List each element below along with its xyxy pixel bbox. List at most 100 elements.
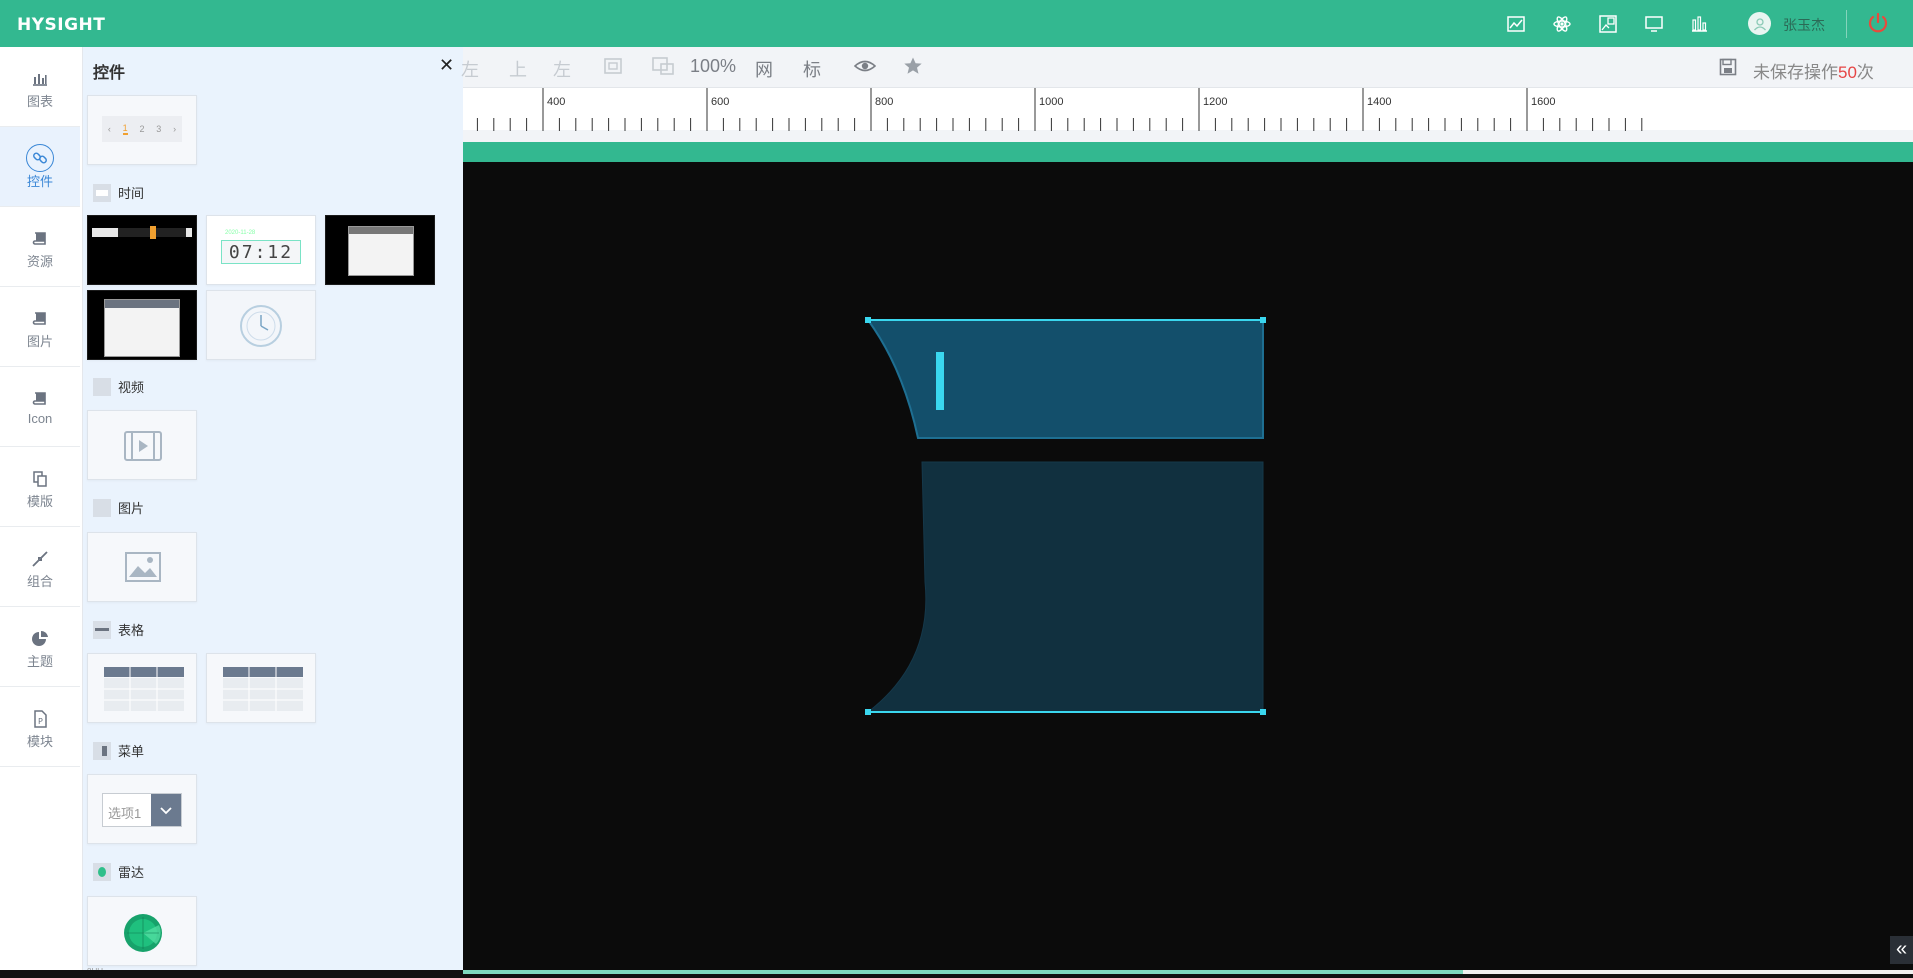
nav-label: 资源 [26, 254, 53, 269]
brand-logo: HYSIGHT [17, 15, 106, 35]
widget-thumb-select[interactable]: 选项1 [87, 774, 197, 844]
file-icon: P [34, 710, 47, 728]
svg-text:P: P [38, 717, 43, 726]
bar-chart-icon[interactable] [1688, 14, 1710, 34]
double-chevron-left-icon[interactable]: « [1890, 936, 1913, 964]
analog-clock-preview [240, 305, 282, 347]
nav-label: 主题 [26, 654, 53, 669]
section-label: 时间 [118, 186, 145, 201]
section-menu: 菜单 [93, 741, 144, 760]
save-icon[interactable] [1719, 58, 1737, 76]
top-bar: HYSIGHT 张玉杰 [0, 0, 1913, 47]
dashboard-icon[interactable] [1597, 14, 1619, 34]
star-icon[interactable] [903, 56, 923, 81]
ruler-label: 1600 [1531, 96, 1555, 108]
calendar-preview [348, 226, 414, 276]
widget-thumb-calendar[interactable] [87, 290, 197, 360]
ruler-ticks: 400 600 800 1000 1200 1400 1600 [476, 88, 1643, 131]
nav-item-group[interactable]: 组合 [0, 527, 80, 607]
align-left-button[interactable]: 左 [461, 56, 479, 82]
resize-handle[interactable] [865, 709, 871, 715]
nav-item-charts[interactable]: 图表 [0, 47, 80, 127]
atom-icon[interactable] [1551, 14, 1573, 34]
ruler-label: 800 [875, 96, 893, 108]
section-label: 表格 [118, 623, 145, 638]
radar-preview [124, 914, 162, 952]
widget-thumb-radar[interactable] [87, 896, 197, 966]
widget-thumb-pager[interactable]: ‹ 1 2 3 › [87, 95, 197, 165]
unsaved-text: 未保存操作 [1753, 63, 1838, 82]
image-icon [93, 498, 111, 517]
grid-toggle[interactable]: 网 [755, 56, 773, 82]
ruler-toggle[interactable]: 标 [803, 56, 821, 82]
zoom-level[interactable]: 100% [690, 56, 736, 77]
film-icon [124, 431, 162, 461]
canvas-shape-top[interactable] [866, 319, 1264, 439]
pager-prev: ‹ [107, 124, 111, 134]
nav-item-theme[interactable]: 主题 [0, 607, 80, 687]
nav-item-icon[interactable]: Icon [0, 367, 80, 447]
table-icon [93, 620, 111, 639]
panel-title: 控件 [93, 65, 126, 82]
canvas-content [865, 317, 1266, 715]
nav-item-templates[interactable]: 模版 [0, 447, 80, 527]
widget-thumb-image[interactable] [87, 532, 197, 602]
line-chart-icon[interactable] [1505, 14, 1527, 34]
section-label: 视频 [118, 380, 145, 395]
eye-icon[interactable] [853, 56, 877, 81]
horizontal-ruler: 400 600 800 1000 1200 1400 1600 [463, 87, 1913, 131]
resize-handle[interactable] [865, 317, 871, 323]
fit-icon[interactable] [603, 56, 623, 81]
radar-icon [93, 862, 111, 881]
widget-thumb-analog-clock[interactable] [206, 290, 316, 360]
canvas-shape-accent[interactable] [936, 352, 944, 410]
nav-label: 图表 [26, 94, 53, 109]
resize-handle[interactable] [1260, 317, 1266, 323]
ruler-label: 1200 [1203, 96, 1227, 108]
align-left-button[interactable]: 左 [553, 56, 571, 82]
resize-handle[interactable] [1260, 709, 1266, 715]
copy-icon [33, 471, 47, 487]
nav-item-resources[interactable]: 资源 [0, 207, 80, 287]
clock-digits: 07:12 [221, 240, 301, 264]
widget-thumb-table[interactable] [87, 653, 197, 723]
design-canvas[interactable] [463, 142, 1913, 972]
table-preview [223, 667, 303, 711]
widget-thumb-timeline[interactable] [87, 215, 197, 285]
book-icon [32, 232, 46, 245]
nav-item-modules[interactable]: P 模块 [0, 687, 80, 767]
nav-item-images[interactable]: 图片 [0, 287, 80, 367]
section-label: 雷达 [118, 865, 145, 880]
widget-thumb-table-2[interactable] [206, 653, 316, 723]
select-preview: 选项1 [102, 793, 182, 827]
widget-thumb-video[interactable] [87, 410, 197, 480]
pager-page: 3 [156, 124, 162, 134]
divider [1846, 10, 1847, 38]
close-icon[interactable]: ✕ [439, 55, 454, 76]
pager-next: › [173, 124, 177, 134]
power-icon[interactable] [1866, 11, 1890, 35]
controls-panel: 控件 ✕ ‹ 1 2 3 › 时间 2020-11-28 07:12 视频 图片… [83, 47, 463, 976]
user-avatar[interactable] [1748, 12, 1771, 35]
resize-icon[interactable] [651, 56, 675, 81]
widget-thumb-calendar-dark[interactable] [325, 215, 435, 285]
monitor-icon[interactable] [1643, 14, 1665, 34]
align-top-button[interactable]: 上 [509, 56, 527, 82]
nav-label: 模块 [26, 734, 53, 749]
horizontal-scrollbar[interactable] [0, 970, 1913, 978]
pager-preview: ‹ 1 2 3 › [102, 116, 182, 142]
canvas-shape-bottom[interactable] [866, 461, 1264, 713]
compress-icon [32, 551, 48, 567]
video-icon [93, 377, 111, 396]
widget-thumb-digital-clock[interactable]: 2020-11-28 07:12 [206, 215, 316, 285]
editor-toolbar: 左 上 左 100% 网 标 未保存操作50次 [461, 47, 1913, 87]
section-radar: 雷达 [93, 862, 144, 881]
ruler-label: 600 [711, 96, 729, 108]
select-value: 选项1 [108, 806, 142, 821]
user-name[interactable]: 张玉杰 [1783, 15, 1825, 35]
unsaved-status: 未保存操作50次 [1753, 58, 1874, 83]
section-label: 菜单 [118, 744, 145, 759]
nav-item-controls[interactable]: 控件 [0, 127, 80, 207]
section-time: 时间 [93, 183, 144, 202]
table-preview [104, 667, 184, 711]
